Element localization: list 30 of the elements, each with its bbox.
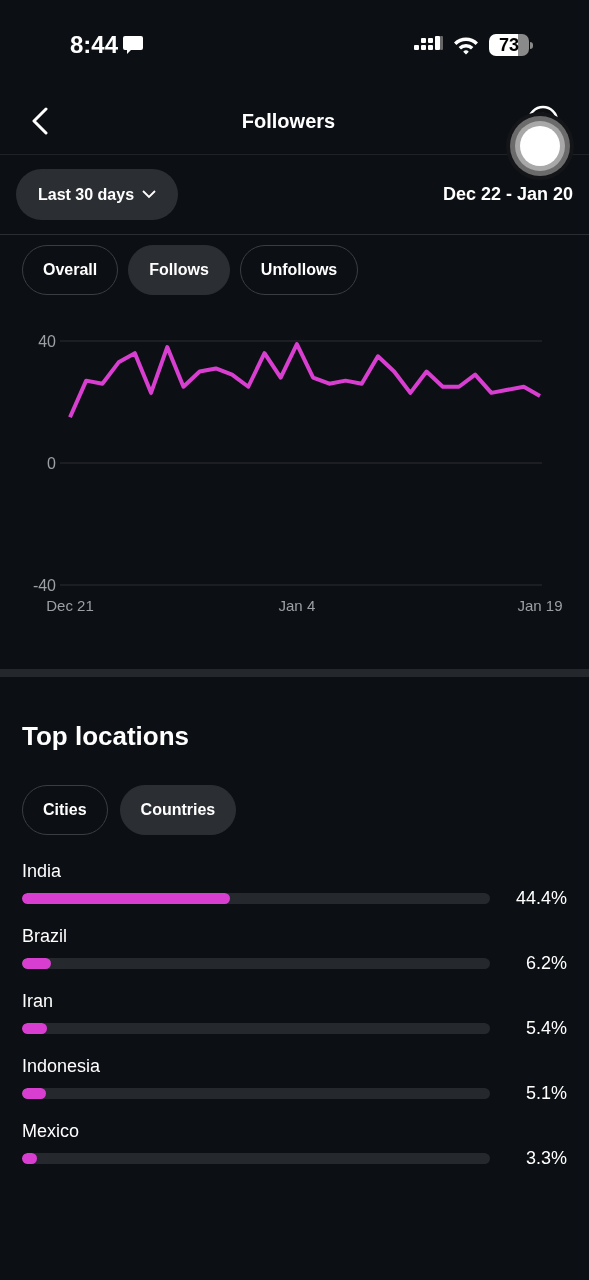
percentage: 6.2% bbox=[525, 952, 567, 975]
location-name: India bbox=[22, 860, 63, 883]
location-name: Brazil bbox=[22, 925, 68, 948]
back-icon[interactable] bbox=[30, 107, 50, 135]
chevron-down-icon bbox=[142, 190, 157, 199]
filter-tab[interactable]: Cities bbox=[22, 785, 108, 835]
y-axis-label: 0 bbox=[47, 455, 56, 472]
percentage: 3.3% bbox=[525, 1147, 567, 1170]
location-name: Indonesia bbox=[22, 1055, 102, 1078]
location-name: Mexico bbox=[22, 1120, 80, 1143]
y-axis-label: -40 bbox=[32, 577, 56, 594]
period-dropdown[interactable]: Last 30 days bbox=[16, 169, 179, 220]
percentage: 44.4% bbox=[515, 887, 567, 910]
percentage: 5.1% bbox=[525, 1082, 567, 1105]
location-name: Iran bbox=[22, 990, 55, 1013]
wifi-icon bbox=[453, 35, 479, 55]
filter-tab[interactable]: Overall bbox=[22, 245, 119, 295]
message-icon bbox=[122, 35, 145, 55]
percentage: 5.4% bbox=[525, 1017, 567, 1040]
page-title: Followers bbox=[241, 109, 336, 134]
y-axis-label: 40 bbox=[38, 333, 56, 350]
section-title: Top locations bbox=[22, 721, 191, 751]
filter-tab[interactable]: Countries bbox=[119, 785, 237, 835]
date-range: Dec 22 - Jan 20 bbox=[442, 183, 573, 206]
filter-tab[interactable]: Follows bbox=[128, 245, 230, 295]
status-time: 8:44 bbox=[70, 30, 119, 60]
x-axis-label: Jan 19 bbox=[517, 597, 563, 614]
battery-level: 73 bbox=[499, 36, 519, 54]
x-axis-label: Jan 4 bbox=[278, 597, 316, 614]
x-axis-label: Dec 21 bbox=[46, 597, 94, 614]
